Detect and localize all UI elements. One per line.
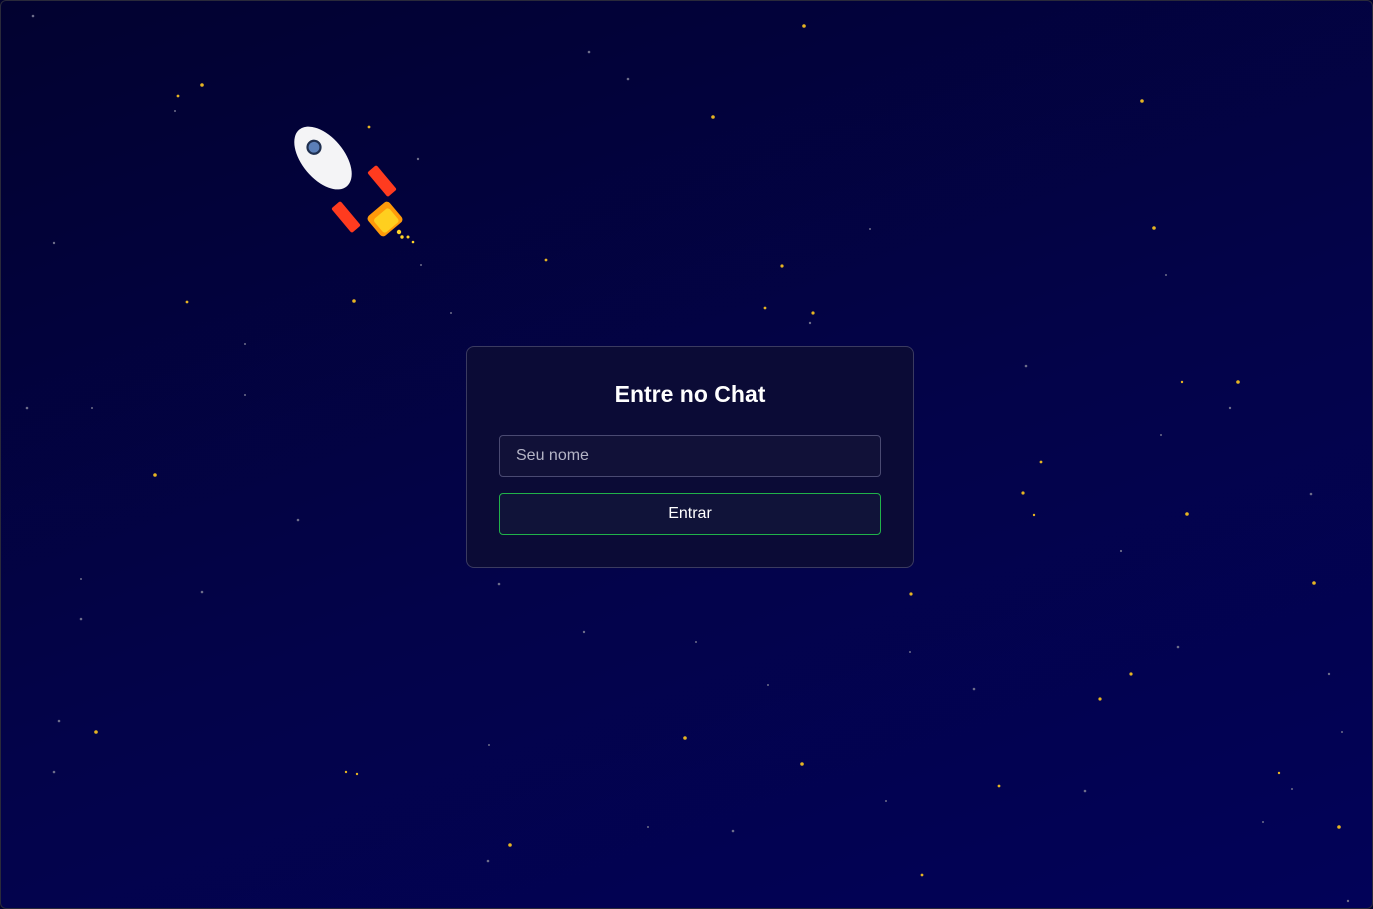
app-window: Entre no Chat Entrar <box>0 0 1373 909</box>
rocket-icon <box>294 126 415 244</box>
enter-button[interactable]: Entrar <box>499 493 881 535</box>
login-card: Entre no Chat Entrar <box>466 346 914 568</box>
name-input[interactable] <box>499 435 881 477</box>
login-title: Entre no Chat <box>614 381 766 407</box>
